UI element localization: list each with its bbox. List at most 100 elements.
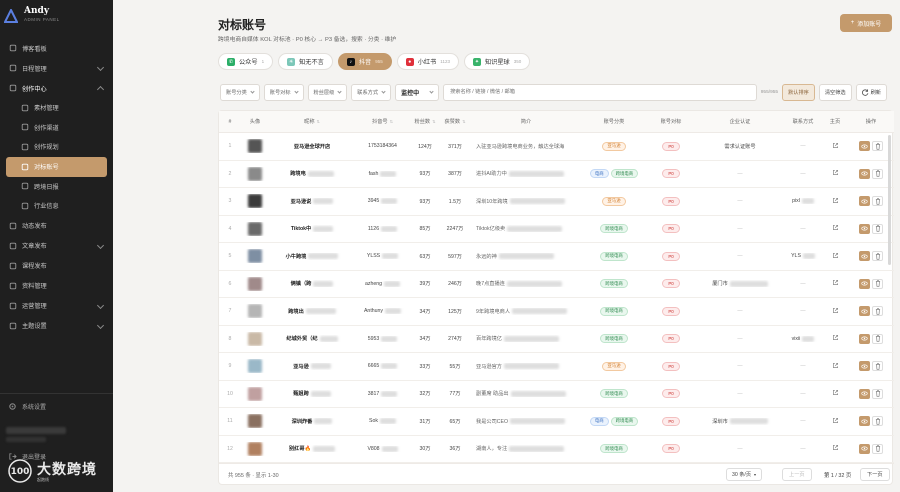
filter-category-select[interactable]: 账号分类 <box>220 83 260 101</box>
platform-tab-3[interactable]: ● 小红书 1123 <box>396 53 459 70</box>
delete-button[interactable] <box>872 443 883 454</box>
sidebar-item-settings[interactable]: 系统设置 <box>8 402 46 411</box>
category-cell: 跨境电商 <box>582 444 646 454</box>
filter-contact-select[interactable]: 联系方式 <box>351 83 392 101</box>
add-account-button[interactable]: + 添加账号 <box>840 14 892 32</box>
view-button[interactable] <box>859 416 870 427</box>
external-link-icon[interactable] <box>832 169 839 178</box>
search-input[interactable] <box>443 83 757 101</box>
external-link-icon[interactable] <box>832 224 839 233</box>
view-button[interactable] <box>859 361 870 372</box>
benchmark-cell: P0 <box>646 141 696 151</box>
sidebar-item-11[interactable]: 课程发布 <box>0 256 113 276</box>
sidebar-item-0[interactable]: 博客看板 <box>0 38 113 58</box>
delete-button[interactable] <box>872 141 883 152</box>
filter-fans-select[interactable]: 粉丝层级 <box>307 83 348 101</box>
status-select[interactable]: 监控中 <box>395 83 440 101</box>
delete-button[interactable] <box>872 416 883 427</box>
view-button[interactable] <box>859 388 870 399</box>
delete-button[interactable] <box>872 223 883 234</box>
chevron-up-icon <box>96 85 105 94</box>
column-header[interactable]: 粉丝数 ⇅ <box>410 118 440 125</box>
priority-badge: P0 <box>662 444 680 454</box>
external-link-icon[interactable] <box>832 307 839 316</box>
column-header[interactable]: 获赞数 ⇅ <box>440 118 470 125</box>
avatar-cell <box>241 359 269 374</box>
sidebar-item-3[interactable]: 素材管理 <box>0 98 113 118</box>
external-link-icon[interactable] <box>832 142 839 151</box>
sidebar-item-9[interactable]: 动态发布 <box>0 216 113 236</box>
sidebar-item-8[interactable]: 行业信息 <box>0 196 113 216</box>
external-link-icon[interactable] <box>832 252 839 261</box>
delete-button[interactable] <box>872 196 883 207</box>
external-link-icon[interactable] <box>832 444 839 453</box>
sidebar-nav: 博客看板 日程管理 创作中心 素材管理 创作渠道 创作规划 对标账号 跨境日报 行业信息 动态发布… <box>0 38 113 336</box>
external-link-icon[interactable] <box>832 417 839 426</box>
column-header[interactable]: 抖音号 ⇅ <box>355 118 410 125</box>
external-link-icon[interactable] <box>832 197 839 206</box>
platform-tab-4[interactable]: ✦ 知识星球 350 <box>463 53 531 70</box>
enterprise-cert: — <box>737 198 743 205</box>
sort-icon: ⇅ <box>389 119 393 124</box>
delete-button[interactable] <box>872 251 883 262</box>
platform-tab-1[interactable]: ✳ 知无不言 <box>278 53 333 70</box>
prev-page-button[interactable]: 上一页 <box>782 468 812 481</box>
column-header-label: 账号对标 <box>660 119 682 125</box>
sidebar-item-5[interactable]: 创作规划 <box>0 137 113 157</box>
clear-filter-button[interactable]: 清空筛选 <box>818 83 852 101</box>
avatar <box>248 386 262 401</box>
next-page-button[interactable]: 下一页 <box>860 468 890 481</box>
category-cell: 亚马逊 <box>582 196 646 206</box>
brand[interactable]: Andy ADMIN PANEL <box>4 6 60 23</box>
sidebar-item-2[interactable]: 创作中心 <box>0 78 113 98</box>
table-scrollbar[interactable] <box>888 135 891 265</box>
refresh-button[interactable]: 刷新 <box>855 83 887 101</box>
sidebar-item-14[interactable]: 主题设置 <box>0 316 113 336</box>
platform-tab-label: 小红书 <box>417 59 437 66</box>
actions-cell <box>848 388 894 399</box>
delete-button[interactable] <box>872 333 883 344</box>
external-link-icon[interactable] <box>832 389 839 398</box>
chevron-down-icon: ▾ <box>754 472 757 477</box>
sidebar-item-4[interactable]: 创作渠道 <box>0 118 113 138</box>
sidebar-item-13[interactable]: 运营管理 <box>0 296 113 316</box>
delete-button[interactable] <box>872 306 883 317</box>
sidebar-item-7[interactable]: 跨境日报 <box>0 177 113 197</box>
view-button[interactable] <box>859 333 870 344</box>
sidebar-item-12[interactable]: 资料管理 <box>0 276 113 296</box>
view-button[interactable] <box>859 168 870 179</box>
delete-button[interactable] <box>872 388 883 399</box>
intro-cell: 副董席 助品出 <box>470 390 582 397</box>
view-button[interactable] <box>859 141 870 152</box>
sort-button[interactable]: 默认排序 <box>782 83 815 101</box>
account-id-blur <box>381 225 398 232</box>
sidebar-item-10[interactable]: 文章发布 <box>0 236 113 256</box>
page-size-select[interactable]: 30 条/页 ▾ <box>726 468 763 481</box>
sidebar-item-1[interactable]: 日程管理 <box>0 58 113 78</box>
account-name: 纪城外贸（纪 <box>286 336 318 343</box>
view-button[interactable] <box>859 278 870 289</box>
external-link-icon[interactable] <box>832 334 839 343</box>
platform-tab-0[interactable]: ✆ 公众号 1 <box>218 53 274 70</box>
view-button[interactable] <box>859 443 870 454</box>
platform-tab-2[interactable]: ♪ 抖音 955 <box>337 53 392 70</box>
sidebar-item-label: 资料管理 <box>22 283 47 290</box>
delete-button[interactable] <box>872 168 883 179</box>
delete-button[interactable] <box>872 361 883 372</box>
column-header: 头像 <box>241 118 269 125</box>
external-link-icon[interactable] <box>832 362 839 371</box>
filter-benchmark-select[interactable]: 账号对标 <box>263 83 304 101</box>
external-link-icon[interactable] <box>832 279 839 288</box>
view-button[interactable] <box>859 196 870 207</box>
column-header[interactable]: 昵称 ⇅ <box>269 118 355 125</box>
view-button[interactable] <box>859 223 870 234</box>
name-blur <box>313 445 336 452</box>
view-button[interactable] <box>859 251 870 262</box>
sidebar-item-6[interactable]: 对标账号 <box>6 156 107 177</box>
account-id-blur <box>381 198 398 205</box>
name-cell: 深圳炸番 <box>269 418 355 425</box>
homepage-cell <box>822 197 848 206</box>
eye-icon <box>861 144 868 149</box>
delete-button[interactable] <box>872 278 883 289</box>
view-button[interactable] <box>859 306 870 317</box>
